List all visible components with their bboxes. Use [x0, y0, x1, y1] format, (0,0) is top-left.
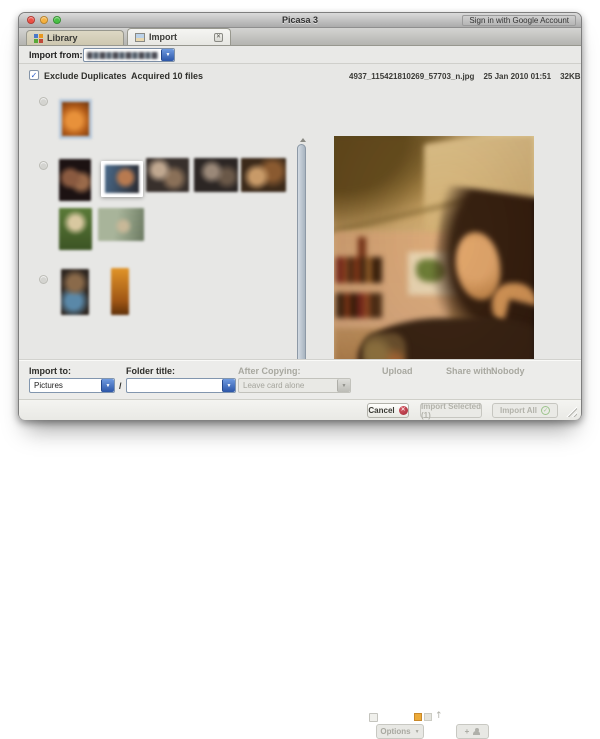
- photo-filename: 4937_115421810269_57703_n.jpg: [349, 72, 474, 81]
- folder-title-input[interactable]: [131, 381, 222, 390]
- group-marker-icon: [39, 97, 48, 106]
- after-copying-label: After Copying:: [238, 366, 301, 376]
- plus-icon: +: [465, 727, 470, 736]
- upload-size-orange-icon[interactable]: [414, 713, 422, 721]
- thumbnail[interactable]: [98, 208, 144, 241]
- picasa-window: Picasa 3 Sign in with Google Account Lib…: [18, 12, 582, 420]
- import-selected-label: Import Selected (1): [421, 402, 481, 420]
- thumbnail[interactable]: [241, 158, 286, 192]
- action-bar: Cancel ✕ Import Selected (1) Import All …: [19, 399, 581, 420]
- thumbnail-grid: [26, 86, 298, 352]
- thumbnail[interactable]: [59, 208, 92, 250]
- after-copying-value: Leave card alone: [243, 381, 337, 390]
- exclude-duplicates-checkbox[interactable]: ✓: [29, 70, 39, 80]
- import-all-label: Import All: [500, 406, 537, 415]
- share-with-value: Nobody: [491, 366, 525, 376]
- sign-in-google-button[interactable]: Sign in with Google Account: [462, 15, 576, 26]
- library-grid-icon: [34, 34, 43, 43]
- import-all-button[interactable]: Import All ✓: [492, 403, 558, 418]
- options-button[interactable]: Options ▼: [376, 724, 424, 739]
- import-content-area: ✓ Exclude Duplicates Acquired 10 files 4…: [19, 64, 581, 359]
- import-to-value: Pictures: [34, 381, 101, 390]
- import-to-label: Import to:: [29, 366, 71, 376]
- scrollbar-up-arrow-icon[interactable]: [300, 138, 306, 142]
- photo-icon: [135, 33, 145, 42]
- import-from-label: Import from:: [29, 50, 83, 60]
- options-label: Options: [380, 727, 410, 736]
- title-bar[interactable]: Picasa 3 Sign in with Google Account: [19, 13, 581, 28]
- photo-date: 25 Jan 2010 01:51: [483, 72, 551, 81]
- cancel-label: Cancel: [368, 406, 394, 415]
- import-source-redacted-text: [87, 52, 158, 59]
- after-copying-select[interactable]: Leave card alone ▼: [238, 378, 351, 393]
- person-icon: [473, 728, 480, 735]
- tab-import[interactable]: Import ✕: [127, 28, 231, 45]
- thumbnail-selected[interactable]: [101, 161, 143, 197]
- upload-arrow-icon: ↑: [435, 711, 443, 721]
- import-all-check-icon: ✓: [541, 406, 550, 415]
- exclude-duplicates-label: Exclude Duplicates: [44, 71, 127, 81]
- close-tab-icon[interactable]: ✕: [214, 33, 223, 42]
- group-marker-icon: [39, 161, 48, 170]
- thumbnail[interactable]: [59, 99, 92, 139]
- folder-title-label: Folder title:: [126, 366, 175, 376]
- thumbnail[interactable]: [59, 159, 91, 201]
- cancel-button[interactable]: Cancel ✕: [367, 403, 409, 418]
- add-share-button[interactable]: +: [456, 724, 489, 739]
- thumbnail[interactable]: [146, 158, 189, 192]
- import-from-row: Import from: ▼: [19, 46, 581, 64]
- chevron-down-icon[interactable]: ▼: [222, 379, 235, 392]
- thumbnail[interactable]: [194, 158, 238, 192]
- tab-library-label: Library: [47, 33, 78, 43]
- preview-image: [334, 136, 534, 389]
- group-marker-icon: [39, 275, 48, 284]
- acquired-files-label: Acquired 10 files: [131, 71, 203, 81]
- thumbnail-scrollbar[interactable]: [297, 144, 306, 392]
- import-source-select[interactable]: ▼: [83, 48, 175, 62]
- import-selected-button[interactable]: Import Selected (1): [420, 403, 482, 418]
- import-options-panel: Import to: Pictures ▼ / Folder title: ▼ …: [19, 359, 581, 399]
- thumbnail[interactable]: [61, 269, 89, 315]
- chevron-down-icon: ▼: [337, 379, 350, 392]
- path-separator: /: [119, 381, 122, 391]
- import-to-select[interactable]: Pictures ▼: [29, 378, 115, 393]
- photo-metadata: 4937_115421810269_57703_n.jpg 25 Jan 201…: [349, 72, 581, 81]
- folder-title-combo[interactable]: ▼: [126, 378, 236, 393]
- chevron-down-icon[interactable]: ▼: [161, 49, 174, 61]
- tab-strip: Library Import ✕: [19, 28, 581, 46]
- upload-size-grey-icon[interactable]: [424, 713, 432, 721]
- tab-library[interactable]: Library: [26, 30, 124, 45]
- thumbnail[interactable]: [111, 268, 129, 315]
- upload-label: Upload: [382, 366, 413, 376]
- upload-checkbox[interactable]: [369, 713, 378, 722]
- resize-grip[interactable]: [566, 406, 577, 417]
- cancel-x-icon: ✕: [399, 406, 408, 415]
- chevron-down-icon[interactable]: ▼: [101, 379, 114, 392]
- chevron-down-icon: ▼: [415, 729, 420, 735]
- share-with-label: Share with:: [446, 366, 495, 376]
- photo-size: 32KB: [560, 72, 580, 81]
- tab-import-label: Import: [149, 32, 177, 42]
